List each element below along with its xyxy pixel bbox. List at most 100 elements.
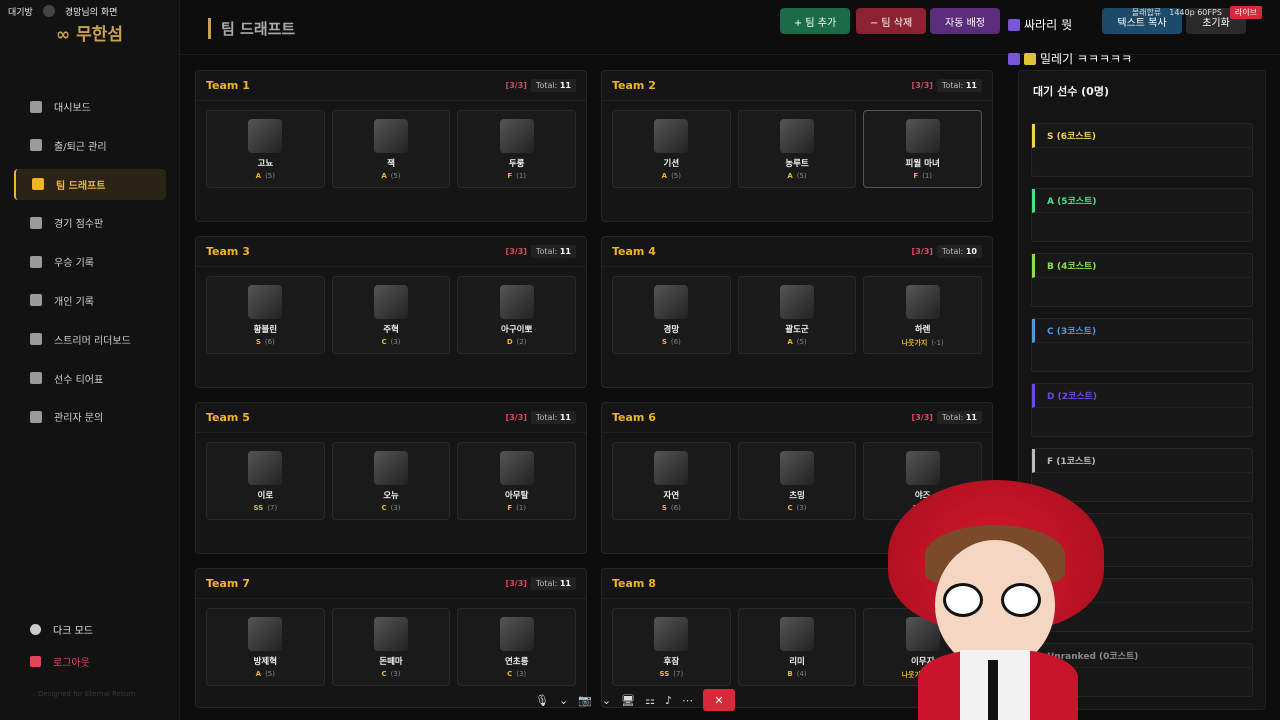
team-header: Team 1 [3/3] Total: 11 (196, 71, 586, 101)
player-name: 방제혁 (253, 657, 278, 667)
team-name: Team 2 (612, 79, 656, 92)
total-label: Total: (941, 413, 964, 422)
tier-label: D (2코스트) (1032, 384, 1252, 408)
cost-value: (7) (267, 504, 278, 512)
player-card[interactable]: 방제혁 A (5) (206, 608, 325, 686)
app-logo[interactable]: ∞ 무한섬 (56, 20, 123, 45)
tier-dropzone[interactable]: B (4코스트) (1031, 253, 1253, 307)
nav-label: 경기 점수판 (54, 219, 104, 231)
player-card[interactable]: 괄도군 A (5) (737, 276, 857, 354)
player-card[interactable]: 오뉴 C (3) (331, 442, 451, 520)
player-card[interactable]: 돈떼마 C (3) (331, 608, 451, 686)
player-card[interactable]: 자연 S (6) (612, 442, 731, 520)
player-card[interactable]: 피월 마녀 F (1) (863, 110, 983, 188)
player-tier: A (5) (787, 338, 806, 346)
sidebar-item-team-draft[interactable]: 팀 드래프트 (14, 168, 166, 200)
player-card[interactable]: 리미 B (4) (737, 608, 857, 686)
waiting-title: 대기 선수 (0명) (1033, 85, 1109, 98)
team-meta: [3/3] Total: 11 (506, 245, 576, 258)
player-tier: D(2) (507, 338, 527, 346)
sidebar-item-tier-list[interactable]: 선수 티어표 (14, 363, 166, 394)
player-card[interactable]: 기션 A (5) (612, 110, 731, 188)
total-label: Total: (535, 579, 558, 588)
glasses-left (943, 583, 983, 617)
player-card[interactable]: 아무탈 F (1) (457, 442, 577, 520)
team-card: Team 2 [3/3] Total: 11 기션 A (5) 농루트 A (5) … (601, 70, 993, 222)
player-tier: A (5) (256, 670, 275, 678)
player-tier: S (6) (662, 504, 681, 512)
dark-mode-toggle[interactable]: 다크 모드 (30, 620, 93, 638)
player-card[interactable]: 황블린 S (6) (206, 276, 325, 354)
tier-value: A (255, 670, 262, 678)
logout-button[interactable]: 로그아웃 (30, 652, 93, 670)
end-call-button[interactable]: ✕ (702, 689, 735, 711)
soundboard-icon[interactable]: ♪ (665, 694, 672, 707)
tier-dropzone[interactable]: D (2코스트) (1031, 383, 1253, 437)
player-card[interactable]: 잭 A (5) (331, 110, 451, 188)
sidebar-item-personal[interactable]: 개인 기록 (14, 285, 166, 316)
activities-icon[interactable]: ⚏ (645, 694, 655, 707)
chat-message: 밀레기 ㅋㅋㅋㅋㅋ (1008, 50, 1132, 67)
player-card[interactable]: 농루트 A (5) (737, 110, 857, 188)
player-card[interactable]: 고뇨 A (5) (206, 110, 325, 188)
player-card[interactable]: 주혁 C (3) (331, 276, 451, 354)
cost-value: (6) (264, 338, 275, 346)
player-card[interactable]: 두룽 F (1) (457, 110, 577, 188)
sidebar-item-attendance[interactable]: 출/퇴근 관리 (14, 130, 166, 161)
player-tier: C (3) (381, 504, 400, 512)
tier-dropzone[interactable]: C (3코스트) (1031, 318, 1253, 372)
player-card[interactable]: 후잠 SS (7) (612, 608, 731, 686)
badge-icon (1008, 52, 1020, 65)
total-value: 11 (559, 81, 571, 90)
stream-top-bar: 대기방 경망님의 화면 (0, 0, 1280, 22)
player-card[interactable]: 경망 S (6) (612, 276, 731, 354)
sidebar-item-wins[interactable]: 우승 기록 (14, 246, 166, 277)
player-name: 하렌 (914, 325, 931, 335)
player-card[interactable]: 연초롱 C (3) (457, 608, 577, 686)
player-name: 잭 (387, 159, 395, 169)
sidebar-item-contact[interactable]: 관리자 문의 (14, 401, 166, 432)
player-avatar (654, 285, 689, 319)
total-value: 11 (559, 247, 571, 256)
tier-value: C (381, 504, 387, 512)
cost-value: (4) (796, 670, 807, 678)
tier-dropzone[interactable]: A (5코스트) (1031, 188, 1253, 242)
tier-label: A (5코스트) (1032, 189, 1252, 213)
total-value: 11 (559, 579, 571, 588)
camera-off-icon[interactable]: 📷 (578, 694, 592, 707)
tier-label: B (4코스트) (1032, 254, 1252, 278)
sidebar-item-scoreboard[interactable]: 경기 점수판 (14, 207, 166, 238)
player-card[interactable]: 이로 SS (7) (206, 442, 325, 520)
tier-dropzone[interactable]: F (1코스트) (1031, 448, 1253, 502)
mic-icon[interactable]: 🎙 (535, 694, 549, 707)
chevron-down-icon[interactable]: ⌄ (602, 694, 611, 707)
cost-value: (7) (673, 670, 684, 678)
player-card[interactable]: 하렌 나웃가지 (-1) (863, 276, 983, 354)
tier-dropzone[interactable]: S (6코스트) (1031, 123, 1253, 177)
total-label: Total: (535, 81, 558, 90)
nav-label: 스트리머 리더보드 (54, 335, 131, 347)
team-header: Team 6 [3/3] Total: 11 (602, 403, 992, 433)
team-count: [3/3] (505, 579, 527, 588)
nav-label: 우승 기록 (54, 258, 94, 270)
player-tier: A (5) (381, 172, 400, 180)
more-icon[interactable]: ⋯ (682, 694, 693, 707)
cost-value: (3) (796, 504, 807, 512)
screen-share-icon[interactable]: 🖥 (621, 694, 635, 707)
room-label[interactable]: 대기방 (8, 5, 33, 18)
dark-mode-label: 다크 모드 (53, 625, 93, 637)
player-card[interactable]: 츠밍 C (3) (737, 442, 857, 520)
player-name: 두룽 (508, 159, 525, 169)
tier-value: S (255, 338, 261, 346)
player-avatar (248, 617, 283, 651)
player-card[interactable]: 아구이뽀 D (2) (457, 276, 577, 354)
team-header: Team 4 [3/3] Total: 10 (602, 237, 992, 267)
total-value: 11 (965, 413, 977, 422)
player-avatar (780, 285, 814, 319)
player-tier: F (1) (913, 172, 932, 180)
team-players: 경망 S (6) 괄도군 A (5) 하렌 나웃가지 (-1) (602, 267, 992, 363)
sidebar-item-leaderboard[interactable]: 스트리머 리더보드 (14, 324, 166, 355)
sidebar-item-dashboard[interactable]: 대시보드 (14, 91, 166, 122)
chevron-down-icon[interactable]: ⌄ (559, 694, 568, 707)
team-total: Total: 11 (530, 411, 576, 424)
